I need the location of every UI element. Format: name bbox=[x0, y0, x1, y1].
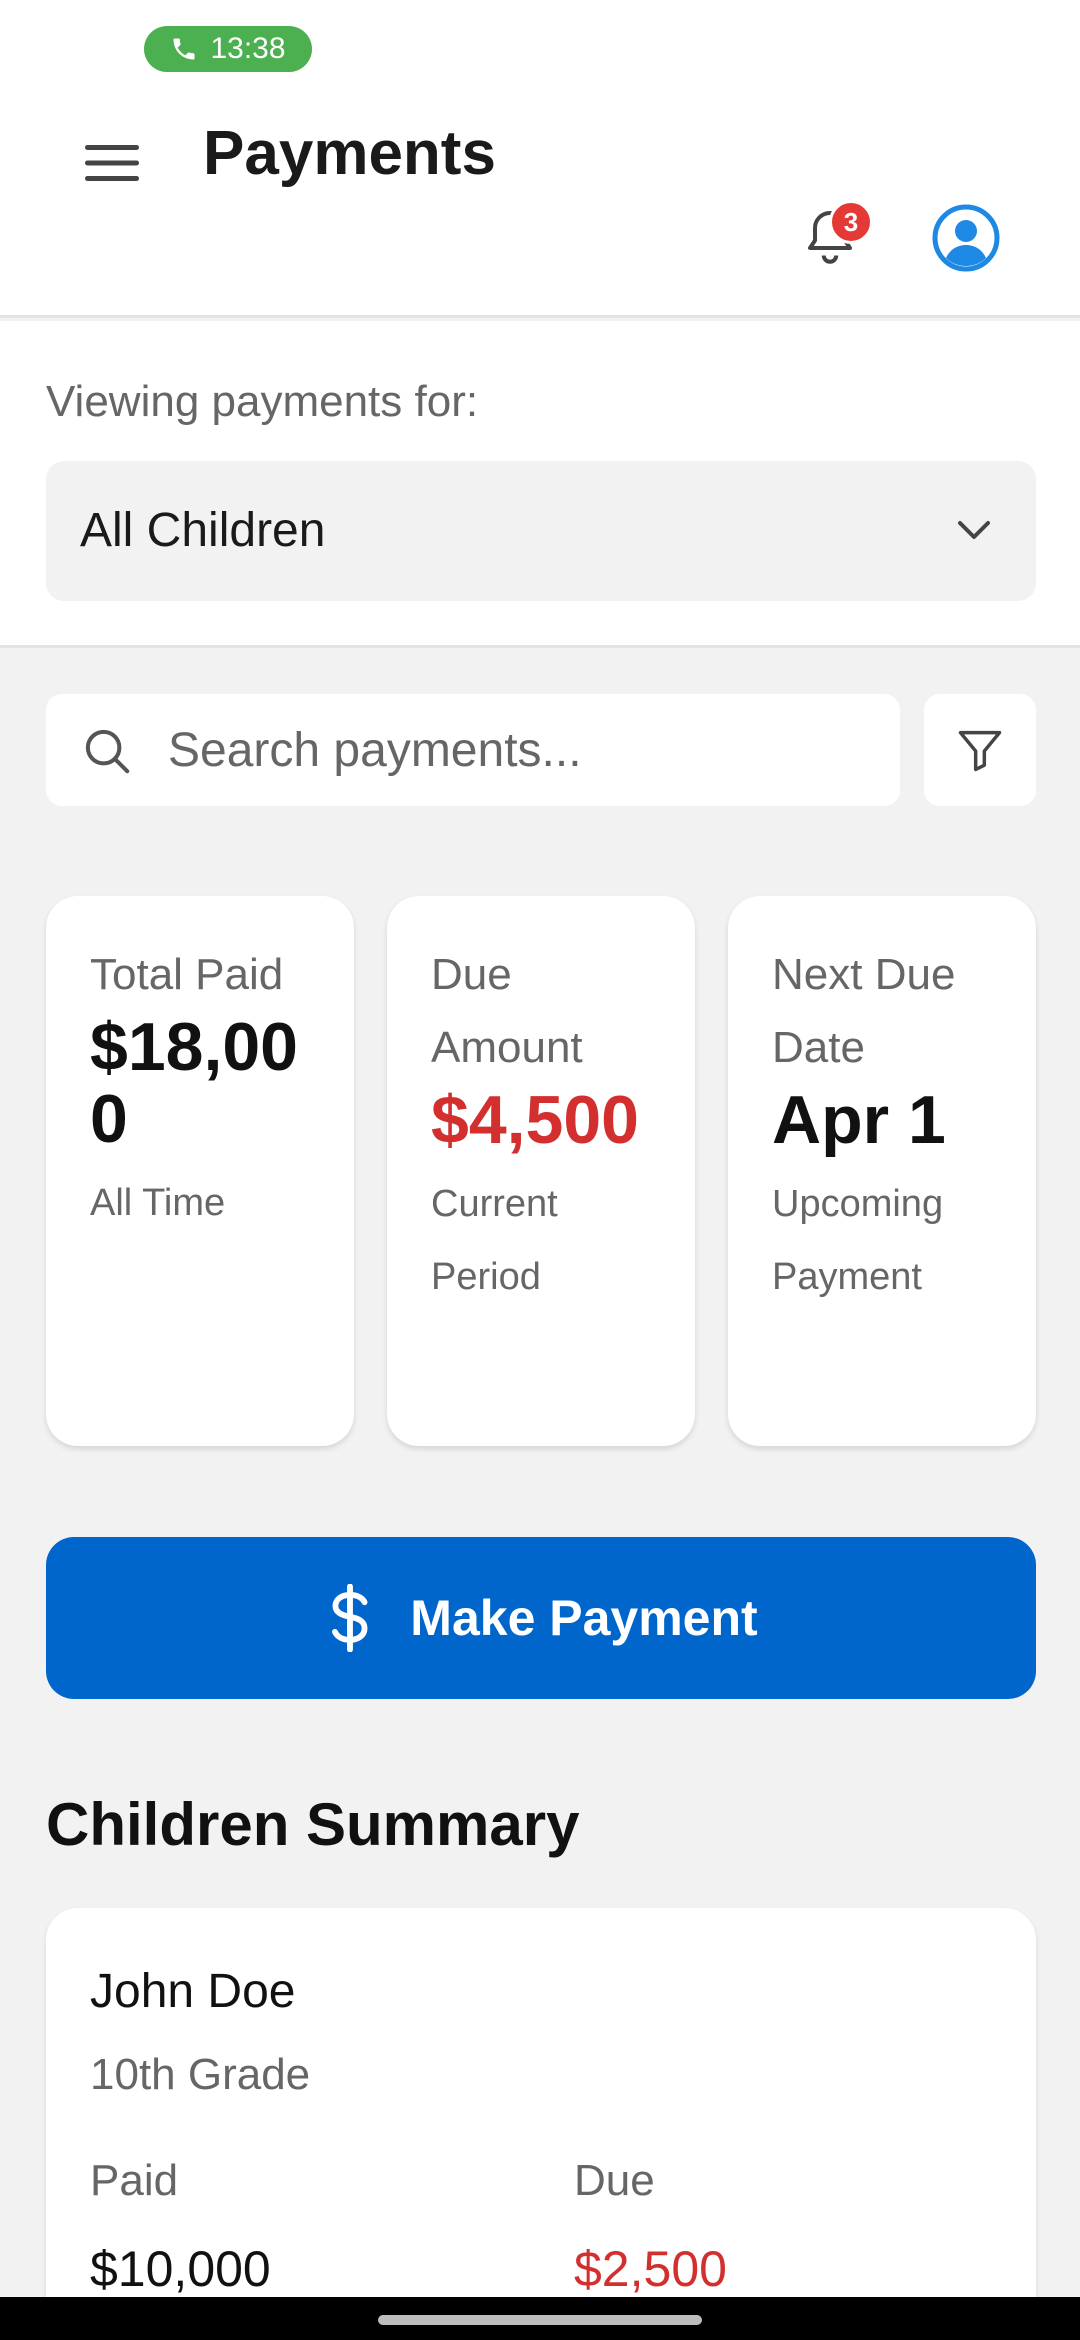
status-bar: 13:38 bbox=[0, 0, 1080, 80]
due-label: Due bbox=[574, 2156, 655, 2205]
stat-label: Due Amount bbox=[431, 950, 583, 1072]
stat-label: Next Due Date bbox=[772, 950, 956, 1072]
filter-button[interactable] bbox=[924, 694, 1036, 806]
profile-button[interactable] bbox=[932, 204, 1000, 272]
stat-caption: All Time bbox=[90, 1182, 226, 1224]
stat-value: $18,000 bbox=[90, 1009, 298, 1157]
stat-value: Apr 1 bbox=[772, 1082, 946, 1158]
stat-caption: Upcoming Payment bbox=[772, 1183, 944, 1298]
child-selector-section: Viewing payments for: All Children bbox=[0, 321, 1080, 648]
stat-card-next-due-date: Next Due Date Apr 1 Upcoming Payment bbox=[728, 896, 1036, 1446]
search-input[interactable] bbox=[168, 712, 868, 788]
menu-icon bbox=[85, 145, 139, 181]
make-payment-button[interactable]: Make Payment bbox=[46, 1537, 1036, 1699]
menu-button[interactable] bbox=[82, 133, 142, 193]
phone-icon bbox=[173, 38, 195, 60]
user-avatar-icon bbox=[932, 204, 1000, 272]
due-value: $2,500 bbox=[574, 2241, 727, 2297]
chevron-down-icon bbox=[958, 521, 990, 539]
search-box[interactable] bbox=[46, 694, 900, 806]
app-bar bbox=[0, 80, 1080, 318]
children-summary-title: Children Summary bbox=[46, 1791, 580, 1858]
ongoing-call-pill[interactable]: 13:38 bbox=[144, 26, 312, 72]
call-time: 13:38 bbox=[210, 32, 286, 65]
child-select-dropdown[interactable]: All Children bbox=[46, 461, 1036, 601]
home-gesture-handle[interactable] bbox=[378, 2315, 702, 2325]
paid-value: $10,000 bbox=[90, 2241, 271, 2297]
child-summary-card[interactable]: John Doe 10th Grade Paid Due $10,000 $2,… bbox=[46, 1908, 1036, 2340]
make-payment-label: Make Payment bbox=[410, 1590, 758, 1646]
stat-card-due-amount: Due Amount $4,500 Current Period bbox=[387, 896, 695, 1446]
stat-label: Total Paid bbox=[90, 950, 284, 999]
stat-caption: Current Period bbox=[431, 1183, 558, 1298]
stat-card-total-paid: Total Paid $18,000 All Time bbox=[46, 896, 354, 1446]
paid-label: Paid bbox=[90, 2156, 179, 2205]
notification-count-badge: 3 bbox=[829, 200, 873, 244]
search-icon bbox=[85, 729, 130, 774]
child-grade: 10th Grade bbox=[90, 2050, 311, 2099]
system-navigation-bar bbox=[0, 2297, 1080, 2340]
viewing-label: Viewing payments for: bbox=[46, 377, 479, 426]
stat-value: $4,500 bbox=[431, 1082, 639, 1158]
child-name: John Doe bbox=[90, 1965, 296, 2018]
page-title: Payments bbox=[203, 119, 496, 188]
filter-icon bbox=[958, 730, 1002, 772]
selected-child: All Children bbox=[80, 504, 326, 557]
dollar-icon bbox=[332, 1584, 368, 1652]
